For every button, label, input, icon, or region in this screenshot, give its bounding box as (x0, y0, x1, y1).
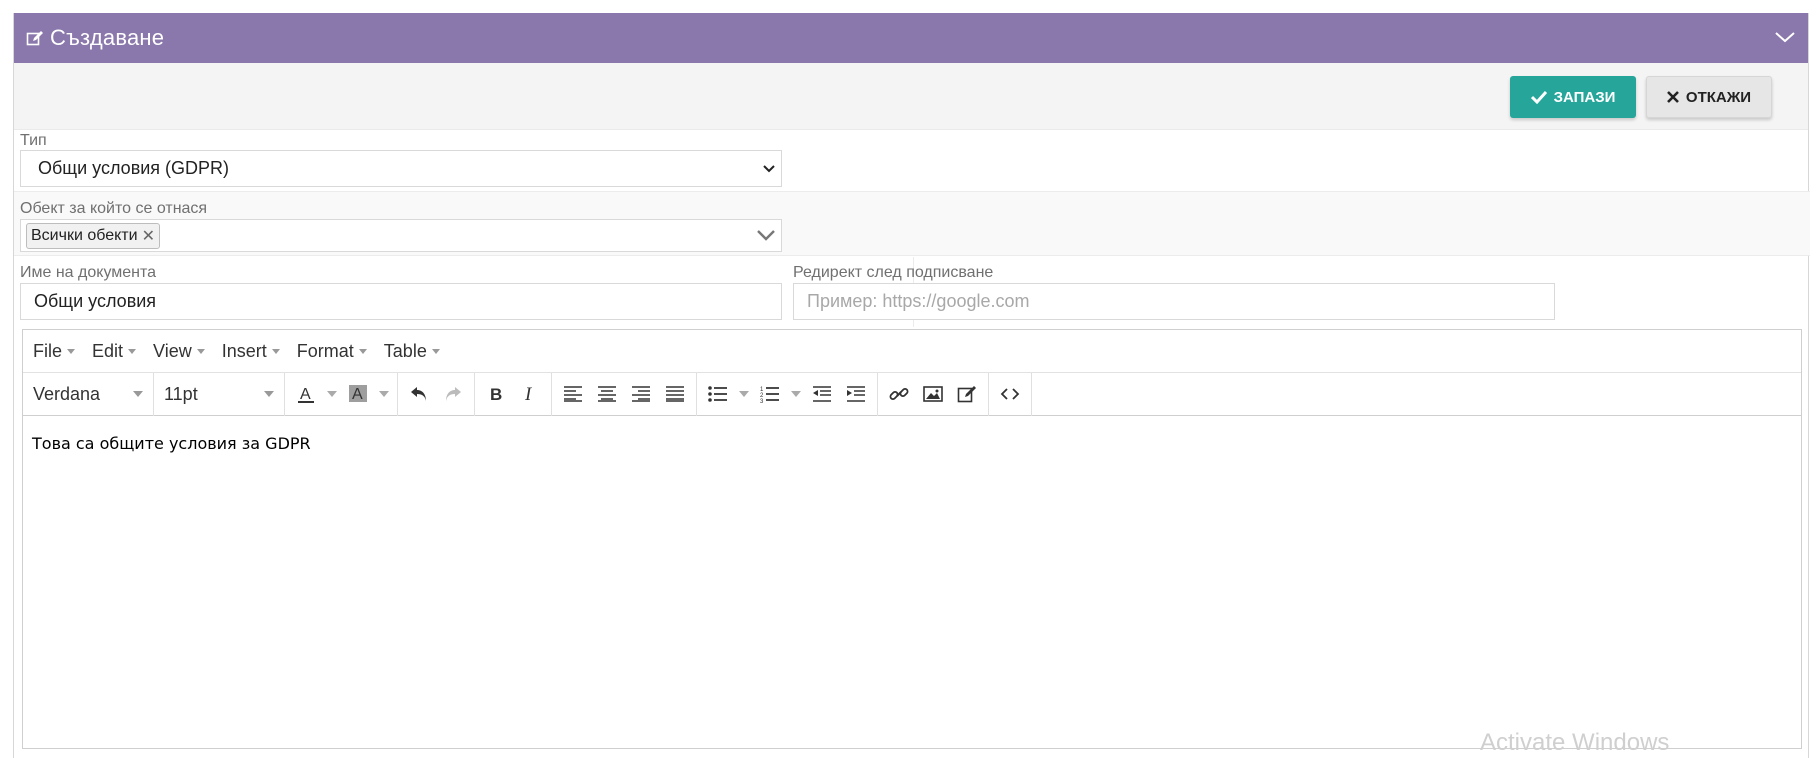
doc-name-input[interactable]: Общи условия (20, 283, 782, 320)
background-color-icon[interactable]: A (341, 376, 375, 412)
system-watermark: Activate Windows (1480, 729, 1670, 756)
text-color-icon[interactable]: A (289, 376, 323, 412)
save-button-label: ЗАПАЗИ (1553, 88, 1616, 106)
align-group (552, 372, 697, 416)
caret-down-icon (791, 391, 801, 397)
type-select[interactable]: Общи условия (GDPR) (20, 150, 782, 187)
menu-view-label: View (153, 340, 192, 361)
svg-text:A: A (300, 386, 311, 403)
font-family-value: Verdana (33, 383, 101, 404)
list-group: 123 (697, 372, 878, 416)
undo-icon[interactable] (402, 376, 436, 412)
caret-down-icon (133, 391, 143, 397)
align-right-icon[interactable] (624, 376, 658, 412)
close-icon (1667, 91, 1679, 103)
caret-down-icon (739, 391, 749, 397)
remove-tag-icon[interactable]: ✕ (142, 226, 155, 246)
caret-down-icon (67, 348, 76, 354)
insert-group (878, 372, 989, 416)
caret-down-icon (128, 348, 137, 354)
editor-content[interactable]: Това са общите условия за GDPR (23, 416, 1801, 471)
edit-icon (26, 31, 43, 46)
object-multiselect[interactable]: Всички обекти ✕ (20, 219, 782, 252)
type-select-value: Общи условия (GDPR) (38, 158, 230, 178)
caret-down-icon (271, 348, 280, 354)
type-label: Тип (20, 132, 47, 149)
history-group (398, 372, 475, 416)
cancel-button[interactable]: ОТКАЖИ (1646, 76, 1772, 118)
type-row: Тип Общи условия (GDPR) (14, 130, 1810, 194)
object-tag: Всички обекти ✕ (26, 222, 160, 249)
outdent-icon[interactable] (805, 376, 839, 412)
align-center-icon[interactable] (590, 376, 624, 412)
caret-down-icon (431, 348, 440, 354)
svg-text:3: 3 (760, 399, 764, 403)
menu-edit-label: Edit (92, 340, 124, 361)
code-icon[interactable] (993, 376, 1027, 412)
name-redirect-row: Име на документа Общи условия Редирект с… (14, 257, 1810, 327)
menu-file-label: File (33, 340, 63, 361)
align-justify-icon[interactable] (658, 376, 692, 412)
font-size-value: 11pt (164, 383, 198, 404)
bullet-list-icon[interactable] (701, 376, 735, 412)
menu-format-label: Format (296, 340, 354, 361)
editor-menubar: File Edit View Insert Format Table (23, 330, 1801, 373)
numbered-list-dropdown[interactable] (787, 376, 805, 412)
menu-table[interactable]: Table (384, 341, 440, 362)
menu-insert[interactable]: Insert (222, 341, 280, 362)
check-icon (1530, 90, 1547, 104)
doc-name-label: Име на документа (20, 264, 157, 281)
indent-icon[interactable] (839, 376, 873, 412)
font-size-select[interactable]: 11pt (154, 372, 285, 416)
menu-table-label: Table (383, 340, 427, 361)
italic-icon[interactable]: I (513, 376, 547, 412)
doc-name-value: Общи условия (34, 291, 157, 311)
caret-down-icon (358, 348, 367, 354)
style-group: B I (475, 372, 552, 416)
svg-text:I: I (524, 385, 533, 403)
menu-insert-label: Insert (221, 340, 267, 361)
cancel-button-label: ОТКАЖИ (1685, 88, 1752, 106)
menu-view[interactable]: View (153, 341, 205, 362)
object-row: Обект за който се отнася Всички обекти ✕ (14, 191, 1810, 256)
numbered-list-icon[interactable]: 123 (753, 376, 787, 412)
object-label: Обект за който се отнася (20, 200, 208, 217)
align-left-icon[interactable] (556, 376, 590, 412)
svg-text:A: A (352, 386, 363, 403)
caret-down-icon (327, 391, 337, 397)
action-bar: ЗАПАЗИ ОТКАЖИ (14, 63, 1808, 130)
rich-text-editor: File Edit View Insert Format Table Verda… (22, 329, 1802, 749)
caret-down-icon (379, 391, 389, 397)
font-family-select[interactable]: Verdana (23, 372, 154, 416)
text-color-dropdown[interactable] (323, 376, 341, 412)
save-button[interactable]: ЗАПАЗИ (1510, 76, 1636, 118)
redirect-label: Редирект след подписване (793, 264, 994, 281)
panel-header: Създаване (14, 13, 1808, 63)
link-icon[interactable] (882, 376, 916, 412)
image-icon[interactable] (916, 376, 950, 412)
object-tag-label: Всички обекти (31, 226, 138, 244)
create-panel: Създаване ЗАПАЗИ ОТКАЖИ Тип Общи условия… (13, 13, 1810, 758)
panel-title: Създаване (50, 25, 165, 50)
bullet-list-dropdown[interactable] (735, 376, 753, 412)
editor-content-text: Това са общите условия за GDPR (32, 434, 311, 453)
menu-file[interactable]: File (33, 340, 76, 362)
redo-icon[interactable] (436, 376, 470, 412)
svg-text:B: B (490, 385, 502, 403)
chevron-down-icon[interactable] (1774, 29, 1796, 45)
background-color-dropdown[interactable] (375, 376, 393, 412)
redirect-input[interactable]: Пример: https://google.com (793, 283, 1555, 320)
color-group: A A (285, 372, 398, 416)
caret-down-icon (196, 348, 205, 354)
menu-format[interactable]: Format (297, 341, 367, 362)
chevron-down-icon[interactable] (757, 229, 775, 241)
chevron-down-icon (763, 165, 775, 173)
editor-toolbar: Verdana 11pt A A B I 1 2 3 (23, 372, 1801, 416)
bold-icon[interactable]: B (479, 376, 513, 412)
caret-down-icon (264, 391, 274, 397)
menu-edit[interactable]: Edit (92, 340, 137, 362)
code-group (989, 372, 1032, 416)
redirect-placeholder: Пример: https://google.com (807, 291, 1030, 311)
edit-icon[interactable] (950, 376, 984, 412)
